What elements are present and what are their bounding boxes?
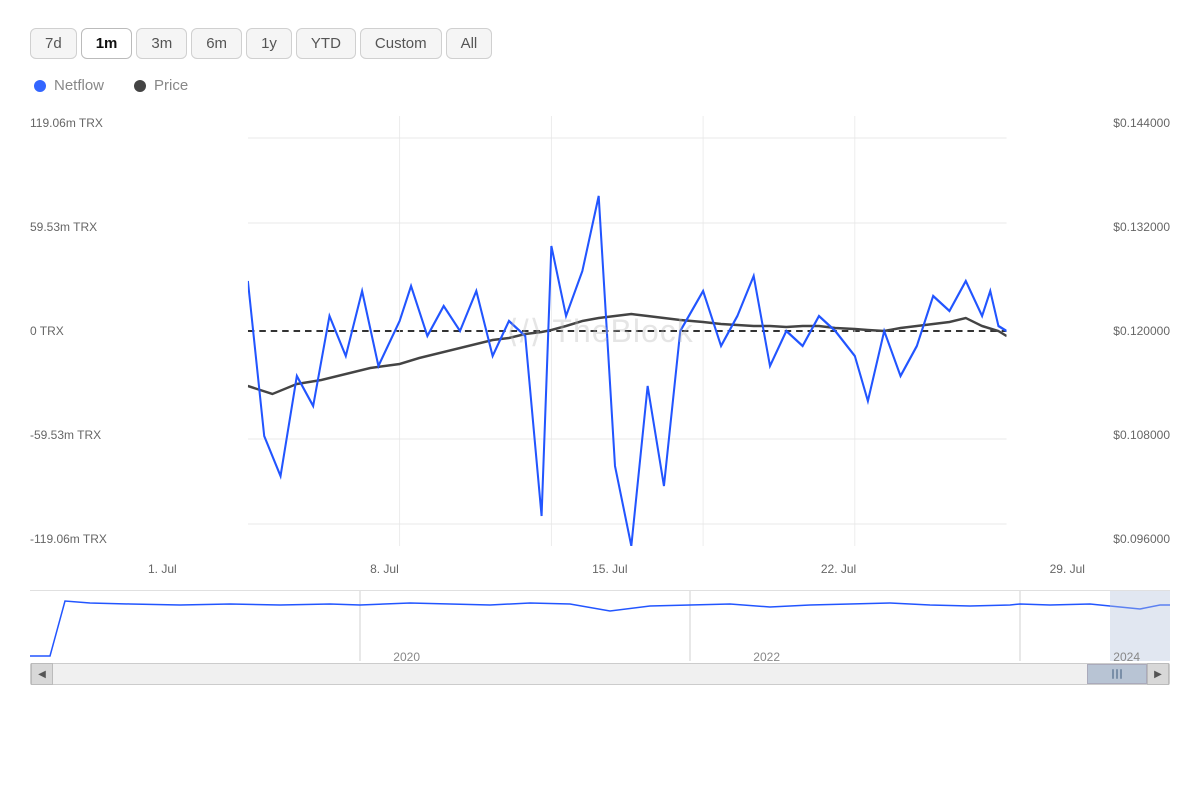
btn-1y[interactable]: 1y (246, 28, 292, 59)
btn-all[interactable]: All (446, 28, 493, 59)
scrollbar[interactable]: ◀ ▶ (30, 663, 1170, 685)
scroll-thumb-grip (1112, 669, 1122, 679)
main-chart-area: 119.06m TRX 59.53m TRX 0 TRX -59.53m TRX… (30, 116, 1170, 546)
mini-chart-container: 2020 2022 2024 ◀ ▶ (30, 590, 1170, 690)
btn-6m[interactable]: 6m (191, 28, 242, 59)
netflow-label: Netflow (54, 77, 104, 94)
btn-7d[interactable]: 7d (30, 28, 77, 59)
btn-ytd[interactable]: YTD (296, 28, 356, 59)
scroll-left-arrow[interactable]: ◀ (31, 663, 53, 685)
main-container: 7d 1m 3m 6m 1y YTD Custom All Netflow Pr… (0, 0, 1200, 800)
x-label-2: 8. Jul (370, 562, 399, 576)
legend-price: Price (134, 77, 188, 94)
price-label: Price (154, 77, 188, 94)
time-range-bar: 7d 1m 3m 6m 1y YTD Custom All (30, 28, 1170, 59)
price-dot (134, 80, 146, 92)
scroll-right-arrow[interactable]: ▶ (1147, 663, 1169, 685)
x-label-5: 29. Jul (1050, 562, 1085, 576)
btn-custom[interactable]: Custom (360, 28, 442, 59)
legend-netflow: Netflow (34, 77, 104, 94)
btn-1m[interactable]: 1m (81, 28, 133, 59)
chart-legend: Netflow Price (34, 77, 1170, 94)
netflow-dot (34, 80, 46, 92)
scroll-thumb[interactable] (1087, 664, 1147, 684)
x-label-4: 22. Jul (821, 562, 856, 576)
x-label-3: 15. Jul (592, 562, 627, 576)
btn-3m[interactable]: 3m (136, 28, 187, 59)
x-axis: 1. Jul 8. Jul 15. Jul 22. Jul 29. Jul (30, 556, 1170, 582)
main-chart-svg (30, 116, 1170, 546)
x-label-1: 1. Jul (148, 562, 177, 576)
mini-chart-svg (30, 591, 1170, 661)
scroll-track[interactable] (53, 664, 1147, 684)
